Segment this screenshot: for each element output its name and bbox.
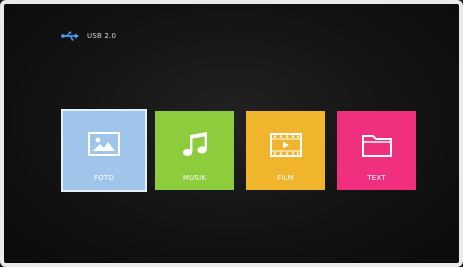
usb-status: USB 2.0 <box>61 31 116 41</box>
tile-musik[interactable]: MUSIK <box>155 111 234 190</box>
media-home-screen: USB 2.0 FOTO MUSIK FILM TEXT <box>0 0 463 267</box>
tile-film-label: FILM <box>277 174 294 182</box>
media-category-tiles: FOTO MUSIK FILM TEXT <box>61 109 416 192</box>
usb-label: USB 2.0 <box>87 32 117 40</box>
usb-icon <box>61 31 79 41</box>
music-icon <box>182 132 207 157</box>
tile-text[interactable]: TEXT <box>337 111 416 190</box>
film-icon <box>269 133 302 157</box>
tile-foto[interactable]: FOTO <box>61 109 147 192</box>
folder-icon <box>361 135 392 157</box>
tile-text-label: TEXT <box>367 174 386 182</box>
tile-film[interactable]: FILM <box>246 111 325 190</box>
tile-foto-label: FOTO <box>93 174 115 182</box>
tile-musik-label: MUSIK <box>182 174 207 182</box>
photo-icon <box>88 132 120 156</box>
